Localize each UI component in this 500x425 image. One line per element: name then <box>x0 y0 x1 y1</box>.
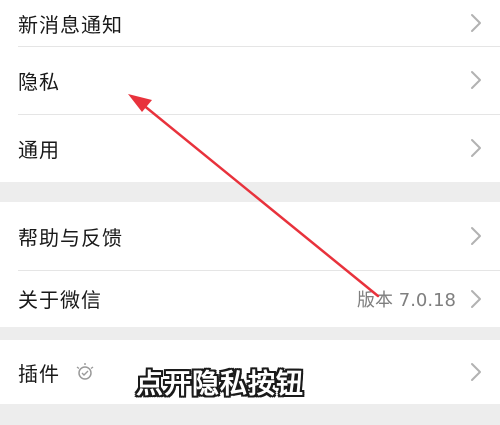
settings-group-3: 插件 <box>0 340 500 404</box>
row-privacy[interactable]: 隐私 <box>0 46 500 114</box>
plugin-bulb-icon <box>76 363 94 380</box>
row-label: 新消息通知 <box>18 12 123 37</box>
chevron-right-icon <box>471 71 481 89</box>
row-general[interactable]: 通用 <box>0 114 500 182</box>
chevron-right-icon <box>471 227 481 245</box>
settings-group-1: 新消息通知 隐私 通用 <box>0 0 500 182</box>
version-value: 版本 7.0.18 <box>357 289 456 311</box>
chevron-right-icon <box>471 139 481 157</box>
row-label: 通用 <box>18 137 60 162</box>
settings-group-2: 帮助与反馈 关于微信 版本 7.0.18 <box>0 202 500 327</box>
row-help-feedback[interactable]: 帮助与反馈 <box>0 202 500 270</box>
chevron-right-icon <box>471 363 481 381</box>
row-plugins[interactable]: 插件 <box>0 340 500 404</box>
chevron-right-icon <box>471 289 481 308</box>
chevron-right-icon <box>471 14 481 32</box>
row-label: 隐私 <box>18 69 60 94</box>
row-about-wechat[interactable]: 关于微信 版本 7.0.18 <box>0 270 500 327</box>
settings-screen: 新消息通知 隐私 通用 帮助与反馈 关于微信 版本 7.0.18 插件 点开隐私… <box>0 0 500 425</box>
row-label: 插件 <box>18 361 60 386</box>
row-label: 关于微信 <box>18 288 102 312</box>
row-new-message-notify[interactable]: 新消息通知 <box>0 0 500 46</box>
row-label: 帮助与反馈 <box>18 225 123 250</box>
